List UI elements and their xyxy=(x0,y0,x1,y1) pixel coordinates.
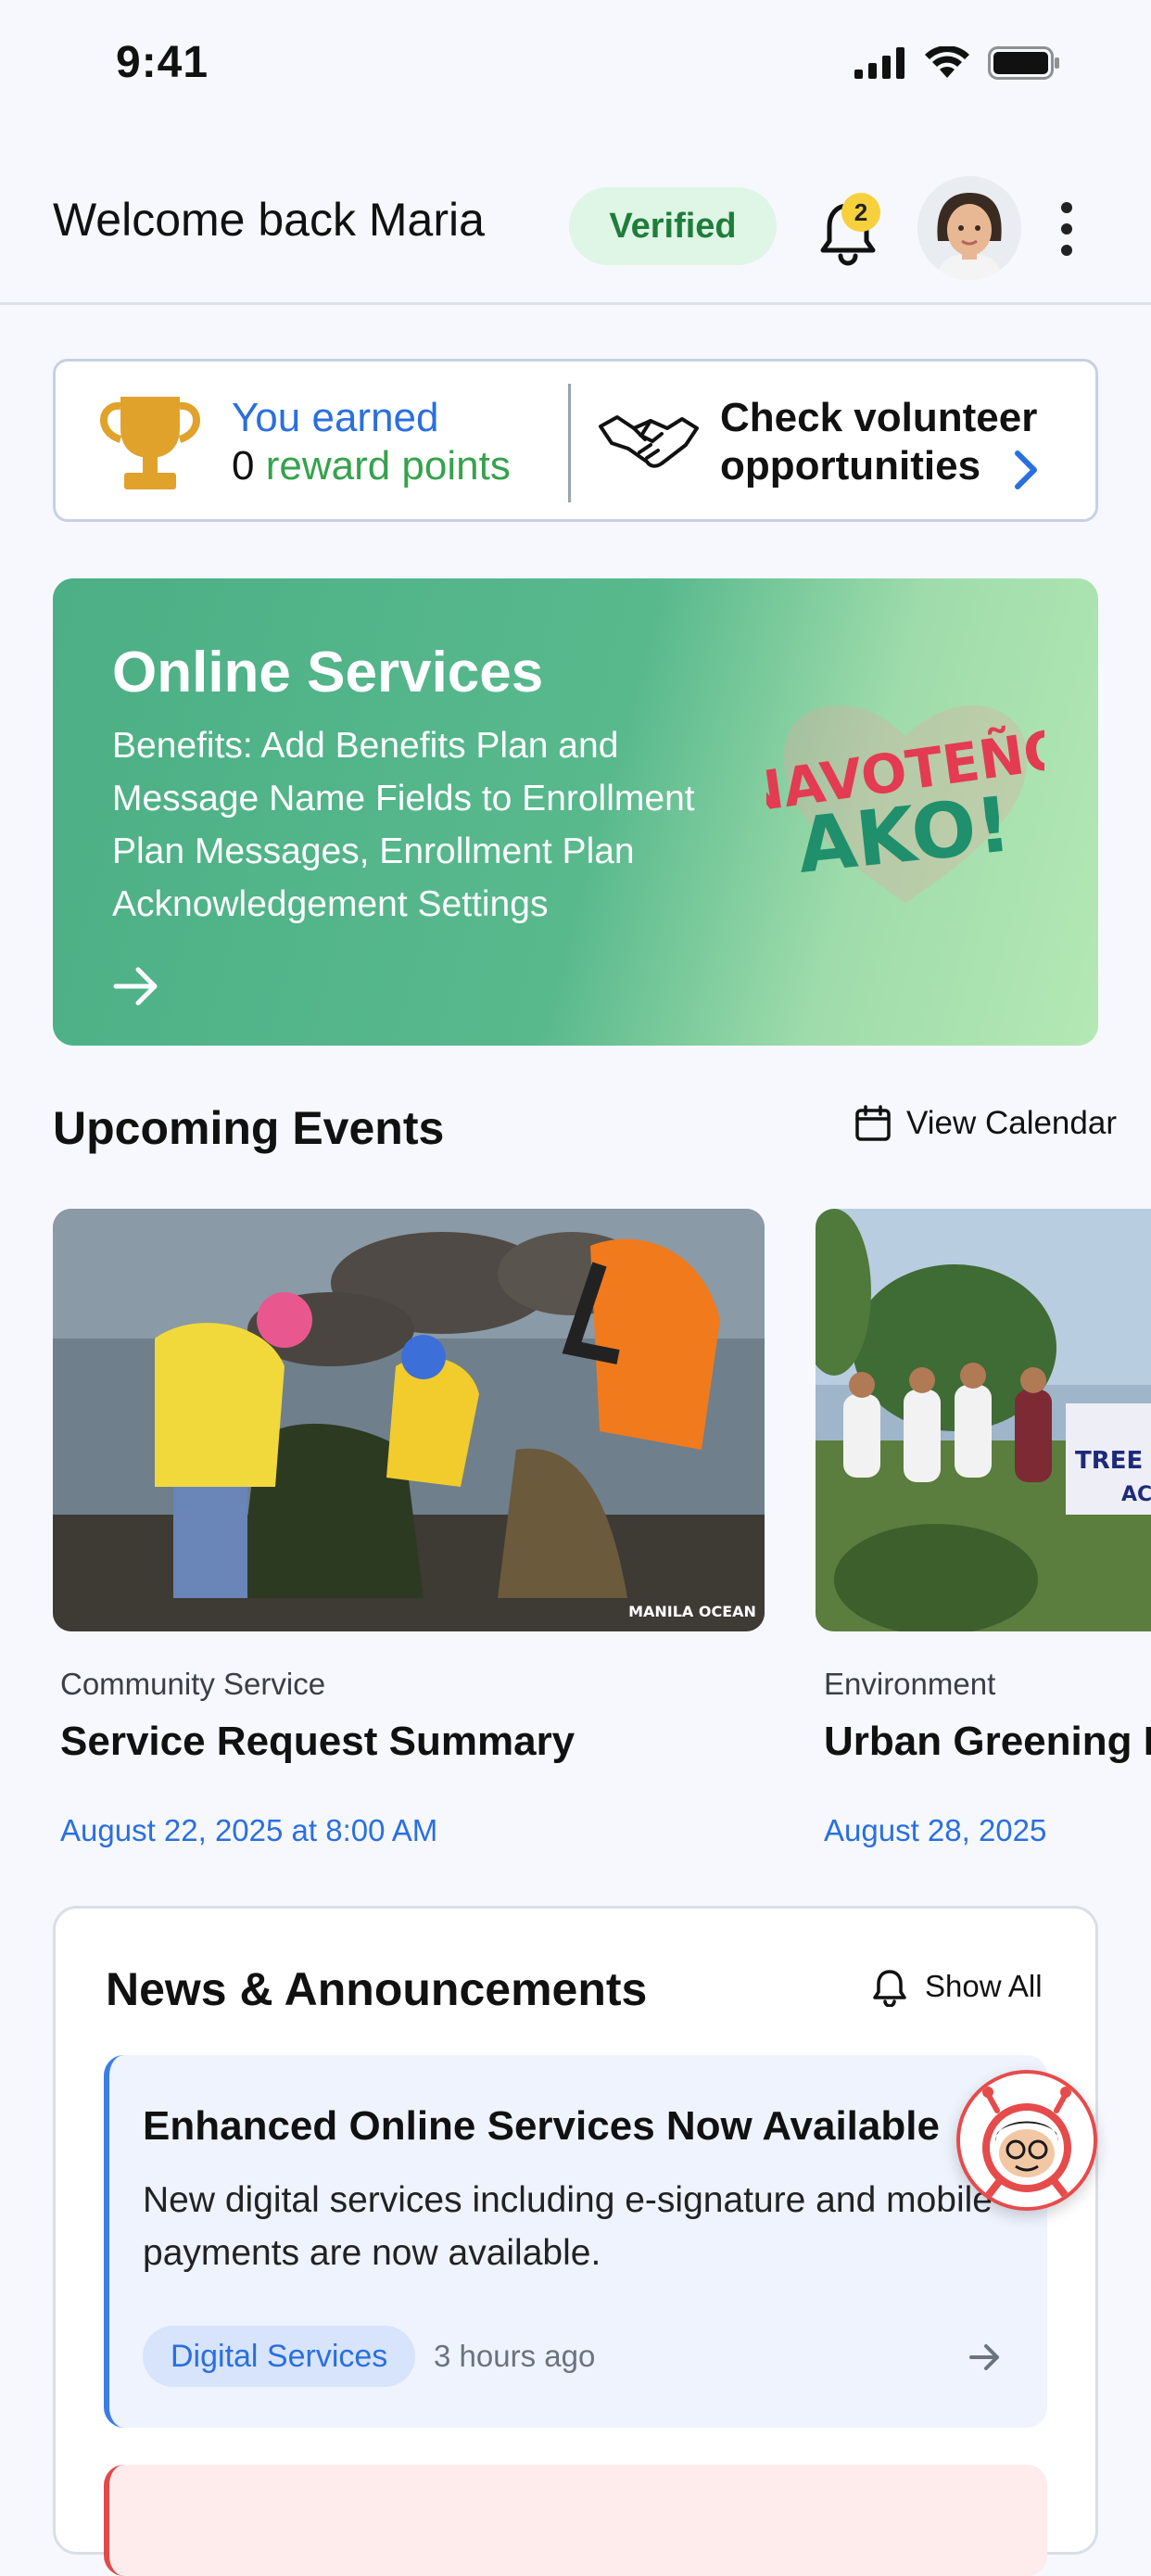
event-date: August 28, 2025 xyxy=(824,1813,1047,1847)
calendar-icon xyxy=(855,1105,891,1141)
earned-label: You earned xyxy=(232,395,439,440)
online-services-banner[interactable]: Online Services Benefits: Add Benefits P… xyxy=(53,578,1098,1046)
volunteer-line-2: opportunities xyxy=(720,443,981,489)
status-time: 9:41 xyxy=(116,38,209,87)
show-all-label: Show All xyxy=(925,1969,1043,2003)
event-category: Community Service xyxy=(60,1667,326,1701)
bell-icon xyxy=(873,1970,906,2007)
svg-text:AC: AC xyxy=(1121,1483,1151,1506)
svg-text:TREE: TREE xyxy=(1075,1447,1143,1475)
more-menu-button[interactable] xyxy=(1056,197,1077,261)
status-icons xyxy=(854,46,1060,80)
svg-text:MANILA OCEAN: MANILA OCEAN xyxy=(628,1603,756,1620)
assistant-bot-button[interactable] xyxy=(956,2070,1097,2211)
more-icon xyxy=(1061,202,1072,256)
event-date: August 22, 2025 at 8:00 AM xyxy=(60,1813,438,1847)
event-title[interactable]: Service Request Summary xyxy=(60,1719,575,1765)
section-title-news: News & Announcements xyxy=(106,1963,648,2015)
reward-points-text: You earned 0 reward points xyxy=(232,394,511,490)
battery-icon xyxy=(988,46,1059,80)
news-item-tag: Digital Services xyxy=(143,2326,416,2387)
avatar[interactable] xyxy=(917,176,1021,280)
points-suffix: reward points xyxy=(265,443,511,489)
banner-title: Online Services xyxy=(112,641,544,704)
news-item-body: New digital services including e-signatu… xyxy=(143,2180,993,2273)
rewards-divider xyxy=(568,384,571,502)
trophy-icon xyxy=(93,391,208,493)
news-item-time: 3 hours ago xyxy=(434,2339,596,2373)
news-item[interactable]: Enhanced Online Services Now Available N… xyxy=(104,2055,1047,2428)
view-calendar-link[interactable]: View Calendar xyxy=(854,1105,1117,1142)
handshake-icon xyxy=(597,408,701,473)
volunteer-link[interactable]: Check volunteer opportunities xyxy=(720,394,1037,490)
wifi-icon xyxy=(925,46,969,78)
signal-icon xyxy=(854,47,904,79)
show-all-link[interactable]: Show All xyxy=(871,1966,1043,2007)
section-title-events: Upcoming Events xyxy=(53,1102,445,1154)
volunteer-line-1: Check volunteer xyxy=(720,395,1038,440)
event-category: Environment xyxy=(824,1667,996,1701)
arrow-right-icon[interactable] xyxy=(966,2339,1003,2376)
rewards-card: You earned 0 reward points Check volunte… xyxy=(53,359,1098,522)
news-card: News & Announcements Show All Enhanced O… xyxy=(53,1906,1098,2576)
navoteno-ako-logo: NAVOTEÑO AKO! xyxy=(734,680,1073,921)
arrow-right-icon[interactable] xyxy=(112,962,160,1010)
assistant-bot-icon xyxy=(960,2074,1094,2207)
banner-description: Benefits: Add Benefits Plan and Message … xyxy=(112,726,695,924)
header-divider xyxy=(0,302,1151,305)
notification-count-badge: 2 xyxy=(841,193,880,232)
welcome-text: Welcome back Maria xyxy=(53,194,485,246)
verified-badge: Verified xyxy=(569,187,777,265)
news-item[interactable] xyxy=(104,2465,1047,2576)
view-calendar-label: View Calendar xyxy=(906,1105,1117,1141)
event-title[interactable]: Urban Greening P xyxy=(824,1719,1151,1765)
news-item-title: Enhanced Online Services Now Available xyxy=(143,2103,940,2149)
points-value: 0 xyxy=(232,443,255,489)
chevron-right-icon[interactable] xyxy=(1010,450,1042,490)
event-image-greening[interactable]: TREE AC xyxy=(816,1209,1151,1631)
event-image-cleanup[interactable]: MANILA OCEAN xyxy=(53,1209,765,1631)
